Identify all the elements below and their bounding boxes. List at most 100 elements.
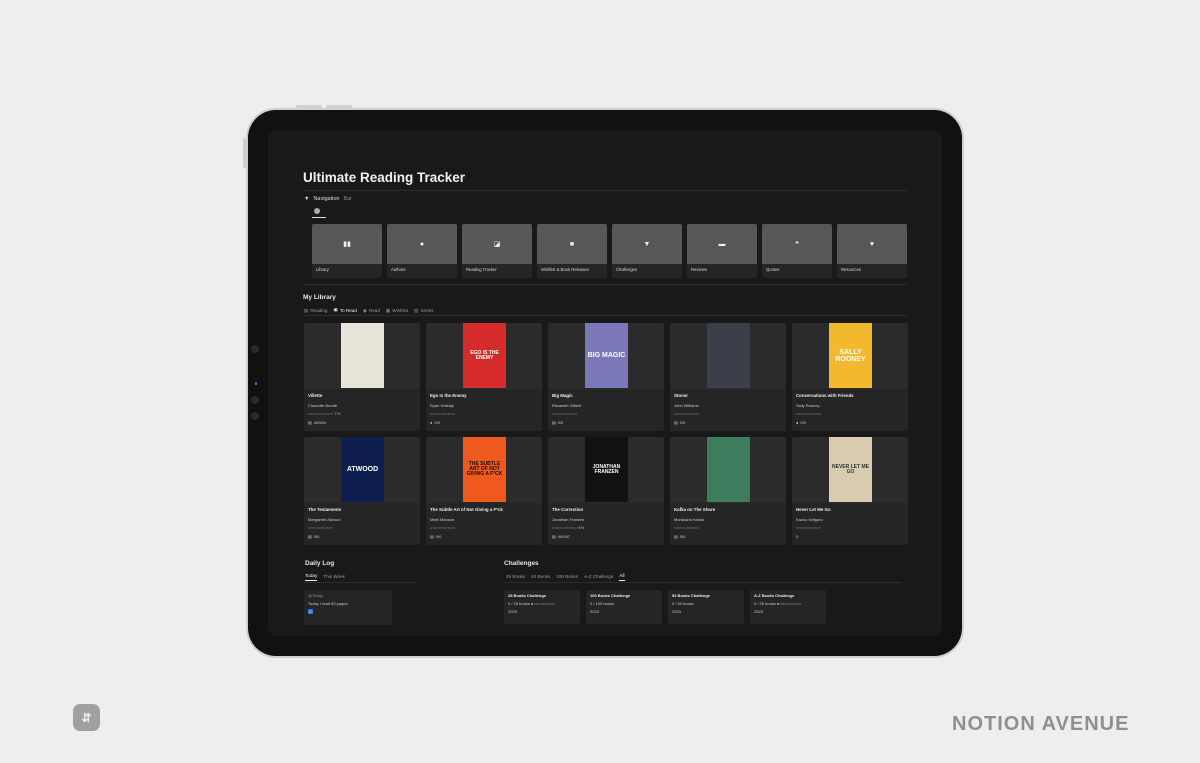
challenge-title: 100 Books Challenge <box>590 593 631 598</box>
pages-value: 40/597 <box>557 534 571 539</box>
nav-card[interactable]: ♥ Resources <box>837 224 907 278</box>
page-icon: ● <box>796 420 799 425</box>
rating-progress: ○○○○○○○○○○ <box>552 411 578 416</box>
book-heart-icon: ♥ <box>837 224 907 264</box>
daily-log-card[interactable]: @Today Today I read 50 pages ✓ <box>304 590 392 625</box>
page-count: ▤ 0/0 <box>308 534 319 539</box>
page-icon: ● <box>430 420 433 425</box>
book-card[interactable]: THE SUBTLE ART OF NOT GIVING A F*CK The S… <box>426 437 542 545</box>
navigation-toggle[interactable]: ▼ Navigation Bar <box>304 196 352 202</box>
volume-up-button <box>296 105 322 108</box>
book-gallery: Villette Charlotte Brontë ○○○○○○○○○○ 7% ▤ 40… <box>304 323 908 545</box>
nav-card-label: Quotes <box>766 267 780 272</box>
tab-this-week[interactable]: This Week <box>323 573 345 581</box>
challenge-year: 2023 <box>754 609 763 614</box>
book-card[interactable]: BIG MAGIC Big Magic Elizabeth Gilbert ○○○○○… <box>548 323 664 431</box>
brand-name: NOTION AVENUE <box>952 713 1130 735</box>
cover-text <box>727 468 731 472</box>
challenges-gallery: 25 Books Challenge 0 / 25 books ●○○○○○○○○… <box>504 590 826 624</box>
cover-text: SALLY ROONEY <box>835 348 866 363</box>
book-card[interactable]: Villette Charlotte Brontë ○○○○○○○○○○ 7% ▤ 40… <box>304 323 420 431</box>
nav-card[interactable]: ▬ Reviews <box>687 224 757 278</box>
cover-text <box>361 354 365 358</box>
tab-25-books[interactable]: 25 Books <box>506 573 525 581</box>
divider <box>504 582 902 583</box>
nav-card-label: Reviews <box>691 267 707 272</box>
log-date: @Today <box>308 593 323 598</box>
nav-card-label: Reading Tracker <box>466 267 497 272</box>
book-title: Big Magic <box>552 393 573 398</box>
nav-card-label: Challenges <box>616 267 637 272</box>
rating-progress: ○○○○○○○○○○ <box>308 525 334 530</box>
navigation-toggle-suffix: Bar <box>343 196 353 202</box>
library-title: My Library <box>303 294 336 301</box>
side-sensor <box>251 396 259 404</box>
rating-progress: ○○○○○○○○○○ <box>796 525 822 530</box>
book-card[interactable]: Stoner John Williams ○○○○○○○○○○ ▤ 0/0 <box>670 323 786 431</box>
book-card[interactable]: JONATHAN FRANZEN The Correction Jonathan F… <box>548 437 664 545</box>
tab-label: Reading <box>310 308 328 313</box>
checkbox-checked-icon[interactable]: ✓ <box>308 609 313 614</box>
pages-value: 0/0 <box>800 420 806 425</box>
book-author: Kazuo Ishiguro <box>796 517 823 522</box>
challenges-tabs: 25 Books 52 Books 100 Books A-Z Challenge Al… <box>506 573 625 581</box>
tab-all[interactable]: All <box>619 573 625 581</box>
bookmark-icon: ◪ <box>462 224 532 264</box>
challenge-card[interactable]: 25 Books Challenge 0 / 25 books ●○○○○○○○○… <box>504 590 580 624</box>
tab-label: 52 Books <box>531 573 551 579</box>
calendar-icon: ▬ <box>687 224 757 264</box>
book-card[interactable]: ATWOOD The Testaments Margareth Atwood ○○○○… <box>304 437 420 545</box>
nav-card[interactable]: ▼ Challenges <box>612 224 682 278</box>
challenge-card[interactable]: 52 Books Challenge 0 / 52 books 2023 <box>668 590 744 624</box>
log-text: Today I read 50 pages <box>308 601 348 606</box>
tab-a-z-challenge[interactable]: A-Z Challenge <box>584 573 613 581</box>
cover-text: ATWOOD <box>346 466 379 473</box>
challenge-card[interactable]: A-Z Books Challenge 0 / 26 books ●○○○○○○○… <box>750 590 826 624</box>
book-title: Villette <box>308 393 323 398</box>
cover-text <box>727 354 731 358</box>
cover-area: JONATHAN FRANZEN <box>548 437 664 503</box>
volume-down-button <box>326 105 352 108</box>
challenge-title: 25 Books Challenge <box>508 593 547 598</box>
book-card[interactable]: EGO IS THE ENEMY Ego Is the Enemy Ryan Hol… <box>426 323 542 431</box>
page-icon: ▤ <box>552 420 556 425</box>
book-title: Never Let Me Go <box>796 507 831 512</box>
challenge-progress: 0 / 52 books <box>672 601 694 606</box>
book-card[interactable]: Kafka on The Shore Murakami Haruki ○○○○○○○… <box>670 437 786 545</box>
check-circle-icon: ◉ <box>362 307 367 313</box>
navigation-gallery: ▮▮ Library ● Authors ◪ Reading Tracker ■ Wishli… <box>312 224 907 278</box>
pages-value: 0/0 <box>679 534 686 539</box>
book-card[interactable]: NEVER LET ME GO Never Let Me Go Kazuo Ishi… <box>792 437 908 545</box>
pages-value: 0/0 <box>313 534 320 539</box>
book-cover: EGO IS THE ENEMY <box>463 323 506 388</box>
book-card[interactable]: SALLY ROONEY Conversations with Friends Sa… <box>792 323 908 431</box>
rating-progress: ○○○○○○○○○○ <box>430 525 456 530</box>
page-count: 0 <box>796 534 798 539</box>
tab-52-books[interactable]: 52 Books <box>531 573 550 581</box>
pages-value: 0 <box>796 534 799 539</box>
nav-card[interactable]: ■ Wishlist & Book Releases <box>537 224 607 278</box>
rating-progress: ○○○○○○○○○○ <box>430 411 456 416</box>
cover-text: BIG MAGIC <box>587 352 626 359</box>
nav-card[interactable]: ◪ Reading Tracker <box>462 224 532 278</box>
page-title: Ultimate Reading Tracker <box>303 170 466 185</box>
book-title: Conversations with Friends <box>796 393 854 398</box>
nav-card[interactable]: ▮▮ Library <box>312 224 382 278</box>
quote-icon: ❝ <box>762 224 832 264</box>
tab-100-books[interactable]: 100 Books <box>556 573 578 581</box>
daily-log-tabs: Today This Week <box>305 573 345 581</box>
nav-card[interactable]: ● Authors <box>387 224 457 278</box>
compass-icon[interactable] <box>314 208 320 214</box>
power-button <box>243 138 246 168</box>
indicator-light <box>255 382 257 385</box>
cover-area <box>304 323 420 389</box>
cover-area <box>670 323 786 389</box>
nav-card[interactable]: ❝ Quotes <box>762 224 832 278</box>
divider <box>303 190 907 191</box>
tab-today[interactable]: Today <box>305 573 318 581</box>
challenge-title: A-Z Books Challenge <box>754 593 795 598</box>
challenge-card[interactable]: 100 Books Challenge 0 / 100 books 2023 <box>586 590 662 624</box>
cover-text: EGO IS THE ENEMY <box>470 349 499 361</box>
tab-label: This Week <box>323 573 345 579</box>
cover-area: EGO IS THE ENEMY <box>426 323 542 389</box>
